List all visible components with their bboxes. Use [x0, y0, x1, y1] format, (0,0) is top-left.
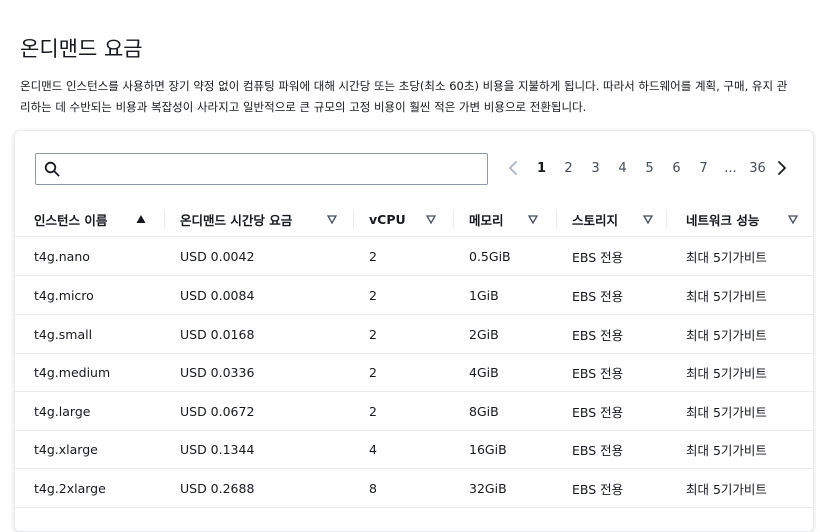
cell-vcpu: 8 [369, 480, 377, 496]
search-icon [44, 161, 60, 177]
cell-storage: EBS 전용 [572, 442, 624, 458]
chevron-left-icon [509, 161, 517, 175]
cell-memory: 8GiB [469, 403, 499, 419]
cell-instance-name: t4g.large [34, 403, 91, 419]
search-box[interactable] [35, 153, 488, 185]
column-header-network-performance[interactable]: 네트워크 성능 [686, 202, 806, 236]
page-description: 온디맨드 인스턴스를 사용하면 장기 약정 없이 컴퓨팅 파워에 대해 시간당 … [20, 76, 820, 118]
sort-ascending-icon [136, 215, 146, 223]
table-row: t4g.2xlarge USD 0.2688 8 32GiB EBS 전용 최대… [15, 469, 813, 508]
pricing-table-panel: 1 2 3 4 5 6 7 ... 36 인스턴스 이름 온디맨드 시간당 요금… [14, 130, 814, 532]
column-divider [666, 210, 667, 228]
page-3-button[interactable]: 3 [582, 161, 609, 176]
cell-price: USD 0.0084 [180, 287, 255, 303]
cell-network: 최대 5기가비트 [686, 365, 767, 381]
search-input[interactable] [68, 158, 482, 180]
cell-instance-name: t4g.xlarge [34, 441, 98, 457]
column-header-label: 메모리 [469, 212, 504, 228]
cell-vcpu: 2 [369, 248, 377, 264]
sort-icon [528, 215, 538, 224]
cell-storage: EBS 전용 [572, 404, 624, 420]
column-header-label: 스토리지 [572, 212, 619, 228]
sort-icon [788, 215, 798, 224]
table-header: 인스턴스 이름 온디맨드 시간당 요금 vCPU 메모리 스토리지 네트워크 성… [15, 202, 813, 237]
table-row: t4g.small USD 0.0168 2 2GiB EBS 전용 최대 5기… [15, 315, 813, 354]
cell-price: USD 0.0168 [180, 326, 255, 342]
pagination-ellipsis: ... [724, 160, 737, 176]
cell-network: 최대 5기가비트 [686, 481, 767, 497]
cell-vcpu: 2 [369, 403, 377, 419]
column-header-storage[interactable]: 스토리지 [572, 202, 662, 236]
cell-memory: 4GiB [469, 364, 499, 380]
cell-storage: EBS 전용 [572, 249, 624, 265]
cell-network: 최대 5기가비트 [686, 288, 767, 304]
page-6-button[interactable]: 6 [663, 161, 690, 176]
cell-memory: 16GiB [469, 441, 507, 457]
column-divider [164, 210, 165, 228]
cell-vcpu: 4 [369, 441, 377, 457]
cell-memory: 2GiB [469, 326, 499, 342]
cell-storage: EBS 전용 [572, 288, 624, 304]
cell-network: 최대 5기가비트 [686, 442, 767, 458]
page-7-button[interactable]: 7 [690, 161, 717, 176]
cell-instance-name: t4g.2xlarge [34, 480, 106, 496]
pagination-prev-button[interactable] [506, 158, 520, 178]
column-header-vcpu[interactable]: vCPU [369, 202, 449, 236]
description-line-2: 리하는 데 수반되는 비용과 복잡성이 사라지고 일반적으로 큰 규모의 고정 … [20, 100, 587, 114]
table-row: t4g.large USD 0.0672 2 8GiB EBS 전용 최대 5기… [15, 392, 813, 431]
cell-network: 최대 5기가비트 [686, 327, 767, 343]
cell-instance-name: t4g.small [34, 326, 93, 342]
column-header-label: 네트워크 성능 [686, 212, 760, 228]
page-2-button[interactable]: 2 [555, 161, 582, 176]
sort-icon [327, 215, 337, 224]
cell-network: 최대 5기가비트 [686, 404, 767, 420]
cell-storage: EBS 전용 [572, 481, 624, 497]
page-5-button[interactable]: 5 [636, 161, 663, 176]
page-1-button[interactable]: 1 [528, 161, 555, 176]
cell-price: USD 0.1344 [180, 441, 255, 457]
cell-instance-name: t4g.nano [34, 248, 90, 264]
page-4-button[interactable]: 4 [609, 161, 636, 176]
cell-storage: EBS 전용 [572, 365, 624, 381]
table-row: t4g.micro USD 0.0084 2 1GiB EBS 전용 최대 5기… [15, 276, 813, 315]
column-divider [556, 210, 557, 228]
sort-icon [643, 215, 653, 224]
cell-storage: EBS 전용 [572, 327, 624, 343]
cell-vcpu: 2 [369, 326, 377, 342]
column-header-on-demand-price[interactable]: 온디맨드 시간당 요금 [180, 202, 345, 236]
pagination: 1 2 3 4 5 6 7 ... 36 [506, 158, 789, 178]
column-divider [453, 210, 454, 228]
table-row: t4g.medium USD 0.0336 2 4GiB EBS 전용 최대 5… [15, 353, 813, 392]
column-header-instance-name[interactable]: 인스턴스 이름 [34, 202, 164, 236]
column-header-label: 인스턴스 이름 [34, 212, 108, 228]
table-row: t4g.nano USD 0.0042 2 0.5GiB EBS 전용 최대 5… [15, 237, 813, 276]
pagination-next-button[interactable] [775, 158, 789, 178]
cell-price: USD 0.0672 [180, 403, 255, 419]
table-row: t4g.xlarge USD 0.1344 4 16GiB EBS 전용 최대 … [15, 430, 813, 469]
cell-memory: 0.5GiB [469, 248, 511, 264]
cell-memory: 32GiB [469, 480, 507, 496]
cell-network: 최대 5기가비트 [686, 249, 767, 265]
column-divider [353, 210, 354, 228]
column-header-memory[interactable]: 메모리 [469, 202, 554, 236]
cell-price: USD 0.0042 [180, 248, 255, 264]
cell-memory: 1GiB [469, 287, 499, 303]
cell-price: USD 0.2688 [180, 480, 255, 496]
page-title: 온디맨드 요금 [20, 37, 143, 61]
column-header-label: vCPU [369, 211, 406, 227]
cell-vcpu: 2 [369, 287, 377, 303]
cell-vcpu: 2 [369, 364, 377, 380]
description-line-1: 온디맨드 인스턴스를 사용하면 장기 약정 없이 컴퓨팅 파워에 대해 시간당 … [20, 79, 788, 93]
cell-instance-name: t4g.micro [34, 287, 94, 303]
column-header-label: 온디맨드 시간당 요금 [180, 212, 293, 228]
sort-icon [426, 215, 436, 224]
page-last-button[interactable]: 36 [744, 161, 771, 176]
cell-instance-name: t4g.medium [34, 364, 111, 380]
chevron-right-icon [778, 161, 786, 175]
cell-price: USD 0.0336 [180, 364, 255, 380]
